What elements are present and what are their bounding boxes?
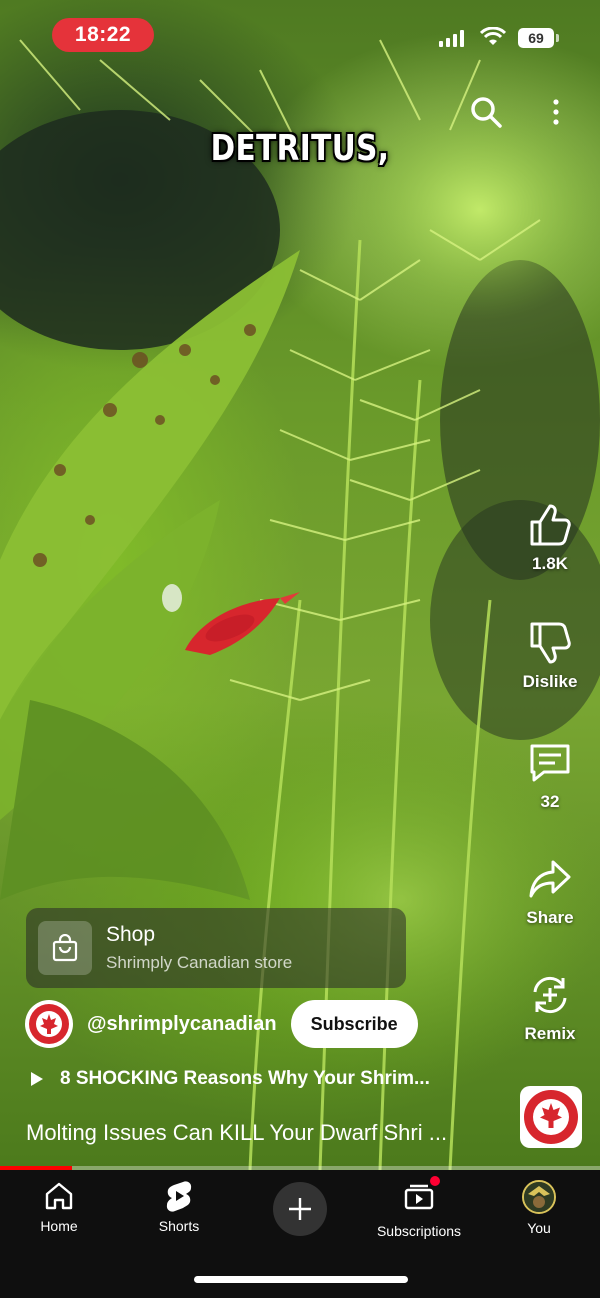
- battery-indicator: 69: [518, 28, 559, 48]
- wifi-icon: [480, 27, 506, 45]
- status-bar: 18:22 69: [0, 0, 600, 70]
- comments-button[interactable]: 32: [510, 740, 590, 812]
- remix-label: Remix: [524, 1024, 576, 1043]
- comment-count: 32: [540, 792, 560, 811]
- nav-you-label: You: [527, 1220, 551, 1236]
- video-caption: DETRITUS,: [210, 128, 390, 169]
- share-icon: [529, 860, 571, 898]
- nav-subscriptions-label: Subscriptions: [376, 1223, 462, 1239]
- shop-title: Shop: [106, 923, 156, 946]
- nav-home[interactable]: Home: [4, 1180, 114, 1234]
- nav-shorts-label: Shorts: [158, 1218, 200, 1234]
- thumbs-down-icon: [530, 622, 571, 664]
- short-title[interactable]: Molting Issues Can KILL Your Dwarf Shri …: [26, 1120, 447, 1146]
- dislike-label: Dislike: [522, 672, 578, 691]
- sound-thumbnail[interactable]: [520, 1086, 582, 1148]
- create-button[interactable]: [273, 1182, 327, 1236]
- comment-icon: [530, 744, 570, 782]
- playlist-link[interactable]: 8 SHOCKING Reasons Why Your Shrim...: [30, 1068, 430, 1090]
- nav-shorts[interactable]: Shorts: [124, 1180, 234, 1234]
- more-vertical-icon[interactable]: [551, 98, 561, 126]
- status-time: 18:22: [52, 18, 154, 52]
- remix-button[interactable]: Remix: [510, 972, 590, 1044]
- like-count: 1.8K: [532, 554, 568, 573]
- home-icon: [45, 1182, 73, 1210]
- plus-icon: [289, 1198, 311, 1220]
- thumbs-up-icon: [530, 504, 571, 546]
- channel-avatar[interactable]: [25, 1000, 73, 1048]
- nav-home-label: Home: [40, 1218, 78, 1234]
- nav-subscriptions[interactable]: Subscriptions: [364, 1176, 474, 1239]
- like-button[interactable]: 1.8K: [510, 502, 590, 574]
- shop-subtitle: Shrimply Canadian store: [106, 953, 293, 972]
- playlist-title: 8 SHOCKING Reasons Why Your Shrim...: [60, 1068, 430, 1089]
- share-label: Share: [526, 908, 574, 927]
- cellular-signal-icon: [439, 30, 464, 47]
- search-icon[interactable]: [468, 94, 504, 130]
- nav-you[interactable]: You: [484, 1180, 594, 1236]
- subscribe-button[interactable]: Subscribe: [290, 1000, 418, 1048]
- share-button[interactable]: Share: [510, 856, 590, 928]
- channel-row: @shrimplycanadian Subscribe: [25, 1000, 418, 1048]
- play-icon: [31, 1072, 43, 1086]
- dislike-button[interactable]: Dislike: [510, 620, 590, 692]
- you-avatar: [522, 1180, 556, 1214]
- shop-card[interactable]: Shop Shrimply Canadian store: [26, 908, 406, 988]
- subscriptions-icon: [403, 1176, 440, 1217]
- remix-icon: [533, 976, 567, 1014]
- shorts-icon: [166, 1181, 192, 1212]
- notification-dot: [430, 1176, 440, 1186]
- channel-handle[interactable]: @shrimplycanadian: [87, 1013, 277, 1036]
- home-indicator: [194, 1276, 408, 1283]
- shopping-bag-icon: [38, 921, 92, 975]
